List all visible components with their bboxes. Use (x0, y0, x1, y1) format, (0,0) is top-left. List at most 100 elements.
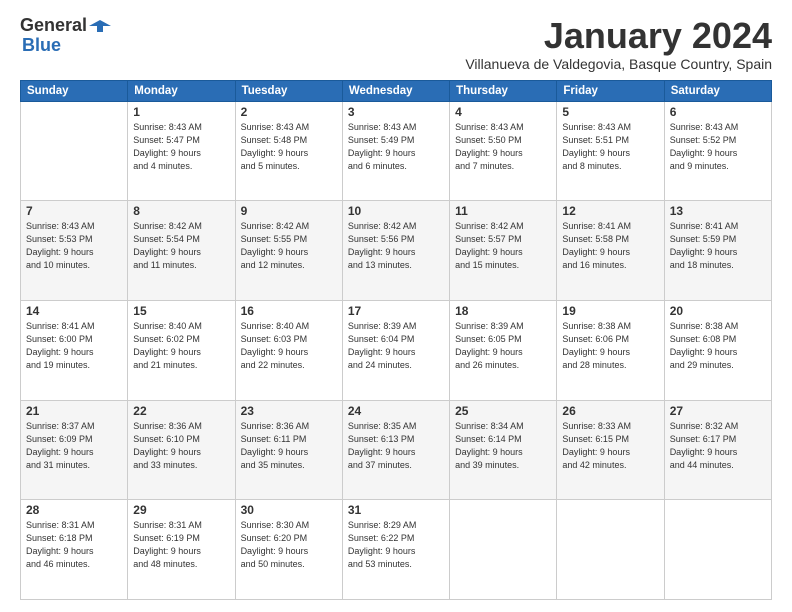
day-cell: 6 Sunrise: 8:43 AMSunset: 5:52 PMDaylight… (664, 101, 771, 201)
logo-general: General (20, 16, 87, 36)
week-row-2: 7 Sunrise: 8:43 AMSunset: 5:53 PMDaylight… (21, 201, 772, 301)
day-info: Sunrise: 8:32 AMSunset: 6:17 PMDaylight:… (670, 420, 766, 472)
day-cell: 16Sunrise: 8:40 AMSunset: 6:03 PMDayligh… (235, 300, 342, 400)
day-info: Sunrise: 8:33 AMSunset: 6:15 PMDaylight:… (562, 420, 658, 472)
day-cell (664, 500, 771, 600)
day-number: 15 (133, 304, 229, 318)
day-cell: 18 Sunrise: 8:39 AMSunset: 6:05 PMDayligh… (450, 300, 557, 400)
day-cell: 8 Sunrise: 8:42 AMSunset: 5:54 PMDaylight… (128, 201, 235, 301)
day-number: 23 (241, 404, 337, 418)
day-info: Sunrise: 8:42 AMSunset: 5:56 PMDaylight:… (348, 220, 444, 272)
day-cell: 14Sunrise: 8:41 AMSunset: 6:00 PMDayligh… (21, 300, 128, 400)
logo-bird-icon (89, 18, 111, 34)
day-cell: 28 Sunrise: 8:31 AMSunset: 6:18 PMDayligh… (21, 500, 128, 600)
day-number: 6 (670, 105, 766, 119)
header-cell-sunday: Sunday (21, 80, 128, 101)
logo-blue-text: Blue (22, 36, 61, 56)
day-number: 24 (348, 404, 444, 418)
day-number: 13 (670, 204, 766, 218)
month-title: January 2024 (465, 16, 772, 56)
week-row-1: 1 Sunrise: 8:43 AMSunset: 5:47 PMDaylight… (21, 101, 772, 201)
day-cell: 4Sunrise: 8:43 AMSunset: 5:50 PMDaylight… (450, 101, 557, 201)
day-number: 14 (26, 304, 122, 318)
day-info: Sunrise: 8:43 AMSunset: 5:48 PMDaylight:… (241, 121, 337, 173)
day-cell: 31 Sunrise: 8:29 AMSunset: 6:22 PMDayligh… (342, 500, 449, 600)
day-number: 22 (133, 404, 229, 418)
day-number: 4 (455, 105, 551, 119)
day-number: 20 (670, 304, 766, 318)
day-info: Sunrise: 8:43 AMSunset: 5:53 PMDaylight:… (26, 220, 122, 272)
day-info: Sunrise: 8:43 AMSunset: 5:52 PMDaylight:… (670, 121, 766, 173)
page: General Blue January 2024 Villanueva de … (0, 0, 792, 612)
day-info: Sunrise: 8:31 AMSunset: 6:19 PMDaylight:… (133, 519, 229, 571)
day-cell: 5Sunrise: 8:43 AMSunset: 5:51 PMDaylight… (557, 101, 664, 201)
day-cell: 7 Sunrise: 8:43 AMSunset: 5:53 PMDaylight… (21, 201, 128, 301)
day-cell (21, 101, 128, 201)
day-info: Sunrise: 8:36 AMSunset: 6:11 PMDaylight:… (241, 420, 337, 472)
day-number: 2 (241, 105, 337, 119)
day-info: Sunrise: 8:31 AMSunset: 6:18 PMDaylight:… (26, 519, 122, 571)
calendar-table: SundayMondayTuesdayWednesdayThursdayFrid… (20, 80, 772, 600)
day-cell: 12 Sunrise: 8:41 AMSunset: 5:58 PMDayligh… (557, 201, 664, 301)
day-cell: 25 Sunrise: 8:34 AMSunset: 6:14 PMDayligh… (450, 400, 557, 500)
day-cell: 20Sunrise: 8:38 AMSunset: 6:08 PMDayligh… (664, 300, 771, 400)
day-info: Sunrise: 8:38 AMSunset: 6:06 PMDaylight:… (562, 320, 658, 372)
day-cell: 9 Sunrise: 8:42 AMSunset: 5:55 PMDaylight… (235, 201, 342, 301)
day-info: Sunrise: 8:29 AMSunset: 6:22 PMDaylight:… (348, 519, 444, 571)
day-info: Sunrise: 8:34 AMSunset: 6:14 PMDaylight:… (455, 420, 551, 472)
day-number: 12 (562, 204, 658, 218)
header-cell-friday: Friday (557, 80, 664, 101)
day-cell: 24 Sunrise: 8:35 AMSunset: 6:13 PMDayligh… (342, 400, 449, 500)
day-number: 28 (26, 503, 122, 517)
day-info: Sunrise: 8:37 AMSunset: 6:09 PMDaylight:… (26, 420, 122, 472)
day-number: 25 (455, 404, 551, 418)
day-cell: 22 Sunrise: 8:36 AMSunset: 6:10 PMDayligh… (128, 400, 235, 500)
day-cell: 21 Sunrise: 8:37 AMSunset: 6:09 PMDayligh… (21, 400, 128, 500)
day-number: 11 (455, 204, 551, 218)
title-block: January 2024 Villanueva de Valdegovia, B… (465, 16, 772, 72)
day-info: Sunrise: 8:41 AMSunset: 5:59 PMDaylight:… (670, 220, 766, 272)
day-cell: 23 Sunrise: 8:36 AMSunset: 6:11 PMDayligh… (235, 400, 342, 500)
day-number: 7 (26, 204, 122, 218)
day-info: Sunrise: 8:42 AMSunset: 5:55 PMDaylight:… (241, 220, 337, 272)
week-row-4: 21 Sunrise: 8:37 AMSunset: 6:09 PMDayligh… (21, 400, 772, 500)
day-number: 9 (241, 204, 337, 218)
day-number: 8 (133, 204, 229, 218)
day-cell: 11 Sunrise: 8:42 AMSunset: 5:57 PMDayligh… (450, 201, 557, 301)
day-info: Sunrise: 8:41 AMSunset: 5:58 PMDaylight:… (562, 220, 658, 272)
day-number: 1 (133, 105, 229, 119)
day-cell: 3 Sunrise: 8:43 AMSunset: 5:49 PMDaylight… (342, 101, 449, 201)
day-info: Sunrise: 8:40 AMSunset: 6:02 PMDaylight:… (133, 320, 229, 372)
day-cell: 1 Sunrise: 8:43 AMSunset: 5:47 PMDaylight… (128, 101, 235, 201)
day-cell: 10Sunrise: 8:42 AMSunset: 5:56 PMDayligh… (342, 201, 449, 301)
day-info: Sunrise: 8:42 AMSunset: 5:57 PMDaylight:… (455, 220, 551, 272)
day-info: Sunrise: 8:43 AMSunset: 5:51 PMDaylight:… (562, 121, 658, 173)
day-number: 17 (348, 304, 444, 318)
day-number: 27 (670, 404, 766, 418)
day-info: Sunrise: 8:35 AMSunset: 6:13 PMDaylight:… (348, 420, 444, 472)
day-info: Sunrise: 8:42 AMSunset: 5:54 PMDaylight:… (133, 220, 229, 272)
header-cell-wednesday: Wednesday (342, 80, 449, 101)
header: General Blue January 2024 Villanueva de … (20, 16, 772, 72)
day-number: 29 (133, 503, 229, 517)
day-cell: 19 Sunrise: 8:38 AMSunset: 6:06 PMDayligh… (557, 300, 664, 400)
day-info: Sunrise: 8:43 AMSunset: 5:49 PMDaylight:… (348, 121, 444, 173)
day-info: Sunrise: 8:39 AMSunset: 6:05 PMDaylight:… (455, 320, 551, 372)
day-info: Sunrise: 8:36 AMSunset: 6:10 PMDaylight:… (133, 420, 229, 472)
header-row: SundayMondayTuesdayWednesdayThursdayFrid… (21, 80, 772, 101)
day-cell: 29 Sunrise: 8:31 AMSunset: 6:19 PMDayligh… (128, 500, 235, 600)
day-number: 18 (455, 304, 551, 318)
logo: General Blue (20, 16, 111, 56)
day-number: 31 (348, 503, 444, 517)
day-info: Sunrise: 8:43 AMSunset: 5:47 PMDaylight:… (133, 121, 229, 173)
day-number: 3 (348, 105, 444, 119)
day-cell: 26Sunrise: 8:33 AMSunset: 6:15 PMDayligh… (557, 400, 664, 500)
day-cell: 27 Sunrise: 8:32 AMSunset: 6:17 PMDayligh… (664, 400, 771, 500)
day-cell: 30Sunrise: 8:30 AMSunset: 6:20 PMDayligh… (235, 500, 342, 600)
day-number: 30 (241, 503, 337, 517)
day-info: Sunrise: 8:40 AMSunset: 6:03 PMDaylight:… (241, 320, 337, 372)
day-number: 19 (562, 304, 658, 318)
week-row-5: 28 Sunrise: 8:31 AMSunset: 6:18 PMDayligh… (21, 500, 772, 600)
day-number: 21 (26, 404, 122, 418)
day-cell (557, 500, 664, 600)
